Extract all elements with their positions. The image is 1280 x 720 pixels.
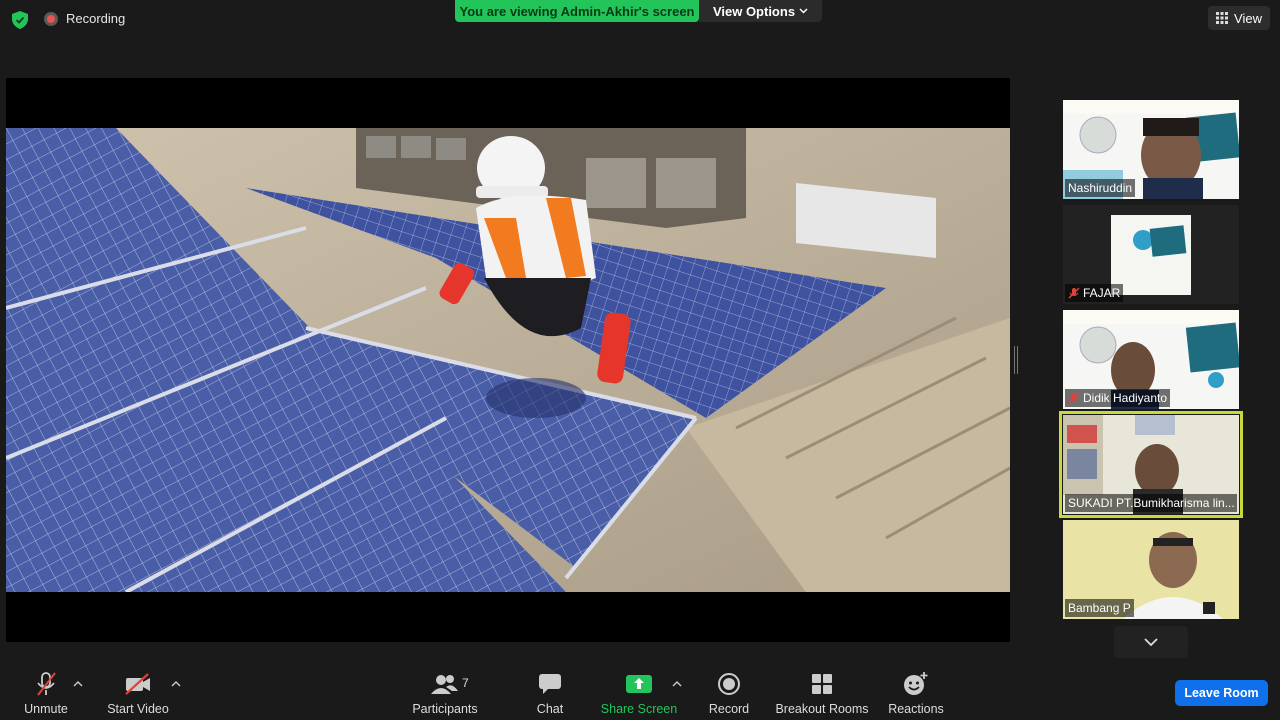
- panel-resize-handle[interactable]: [1014, 346, 1018, 374]
- participants-label: Participants: [412, 702, 478, 716]
- chat-label: Chat: [536, 702, 564, 716]
- encryption-shield-icon[interactable]: [12, 11, 28, 29]
- recording-label: Recording: [66, 11, 126, 26]
- unmute-button[interactable]: Unmute: [22, 668, 70, 716]
- breakout-rooms-icon: [812, 674, 832, 694]
- share-screen-icon: [626, 675, 652, 693]
- viewing-screen-banner: You are viewing Admin-Akhir's screen: [455, 0, 699, 22]
- start-video-label: Start Video: [107, 702, 169, 716]
- chevron-down-icon: [1144, 638, 1158, 646]
- breakout-rooms-label: Breakout Rooms: [775, 702, 869, 716]
- view-options-label: View Options: [712, 3, 796, 19]
- participant-tile[interactable]: FAJAR: [1063, 205, 1239, 304]
- view-layout-button[interactable]: View: [1208, 6, 1270, 30]
- microphone-muted-icon: [1068, 287, 1080, 299]
- recording-dot-icon: [44, 11, 58, 26]
- record-icon: [718, 673, 740, 695]
- share-options-caret-icon[interactable]: [672, 680, 682, 688]
- recording-indicator[interactable]: Recording: [44, 11, 125, 26]
- share-screen-label: Share Screen: [600, 702, 678, 716]
- view-label: View: [1234, 10, 1262, 26]
- solar-panel-video-frame: [6, 128, 1010, 592]
- record-button[interactable]: Record: [708, 668, 750, 716]
- participant-name: SUKADI PT.Bumikharisma lin...: [1065, 494, 1237, 512]
- reactions-smiley-icon: [904, 672, 928, 695]
- zoom-meeting-window: Recording You are viewing Admin-Akhir's …: [0, 0, 1280, 720]
- participant-name: Bambang P: [1065, 599, 1134, 617]
- participants-icon: [431, 675, 458, 694]
- participant-tile[interactable]: Didik Hadiyanto: [1063, 310, 1239, 409]
- participant-name: FAJAR: [1065, 284, 1124, 302]
- video-camera-off-icon: [125, 673, 150, 695]
- microphone-muted-icon: [37, 672, 56, 696]
- microphone-muted-icon: [1068, 392, 1080, 404]
- reactions-label: Reactions: [888, 702, 944, 716]
- scroll-participants-down-button[interactable]: [1114, 626, 1188, 658]
- record-label: Record: [708, 702, 750, 716]
- participants-button[interactable]: Participants: [410, 668, 480, 716]
- top-bar: Recording You are viewing Admin-Akhir's …: [0, 0, 1280, 40]
- leave-room-button[interactable]: Leave Room: [1175, 680, 1268, 706]
- participant-name: Nashiruddin: [1065, 179, 1136, 197]
- video-options-caret-icon[interactable]: [171, 680, 181, 688]
- participant-name: Didik Hadiyanto: [1065, 389, 1171, 407]
- breakout-rooms-button[interactable]: Breakout Rooms: [775, 668, 869, 716]
- unmute-label: Unmute: [24, 702, 68, 716]
- participant-tile[interactable]: Nashiruddin: [1063, 100, 1239, 199]
- participant-tile[interactable]: Bambang P: [1063, 520, 1239, 619]
- participants-count: 7: [462, 676, 469, 690]
- chat-bubble-icon: [539, 674, 561, 694]
- chat-button[interactable]: Chat: [530, 668, 570, 716]
- view-options-button[interactable]: View Options: [699, 0, 822, 22]
- reactions-button[interactable]: Reactions: [888, 668, 944, 716]
- share-screen-button[interactable]: Share Screen: [600, 668, 678, 716]
- grid-icon: [1216, 12, 1229, 24]
- participant-tile-active-speaker[interactable]: SUKADI PT.Bumikharisma lin...: [1059, 411, 1243, 518]
- chevron-down-icon: [799, 8, 808, 14]
- start-video-button[interactable]: Start Video: [104, 668, 172, 716]
- shared-screen-area[interactable]: [6, 78, 1010, 642]
- audio-options-caret-icon[interactable]: [73, 680, 83, 688]
